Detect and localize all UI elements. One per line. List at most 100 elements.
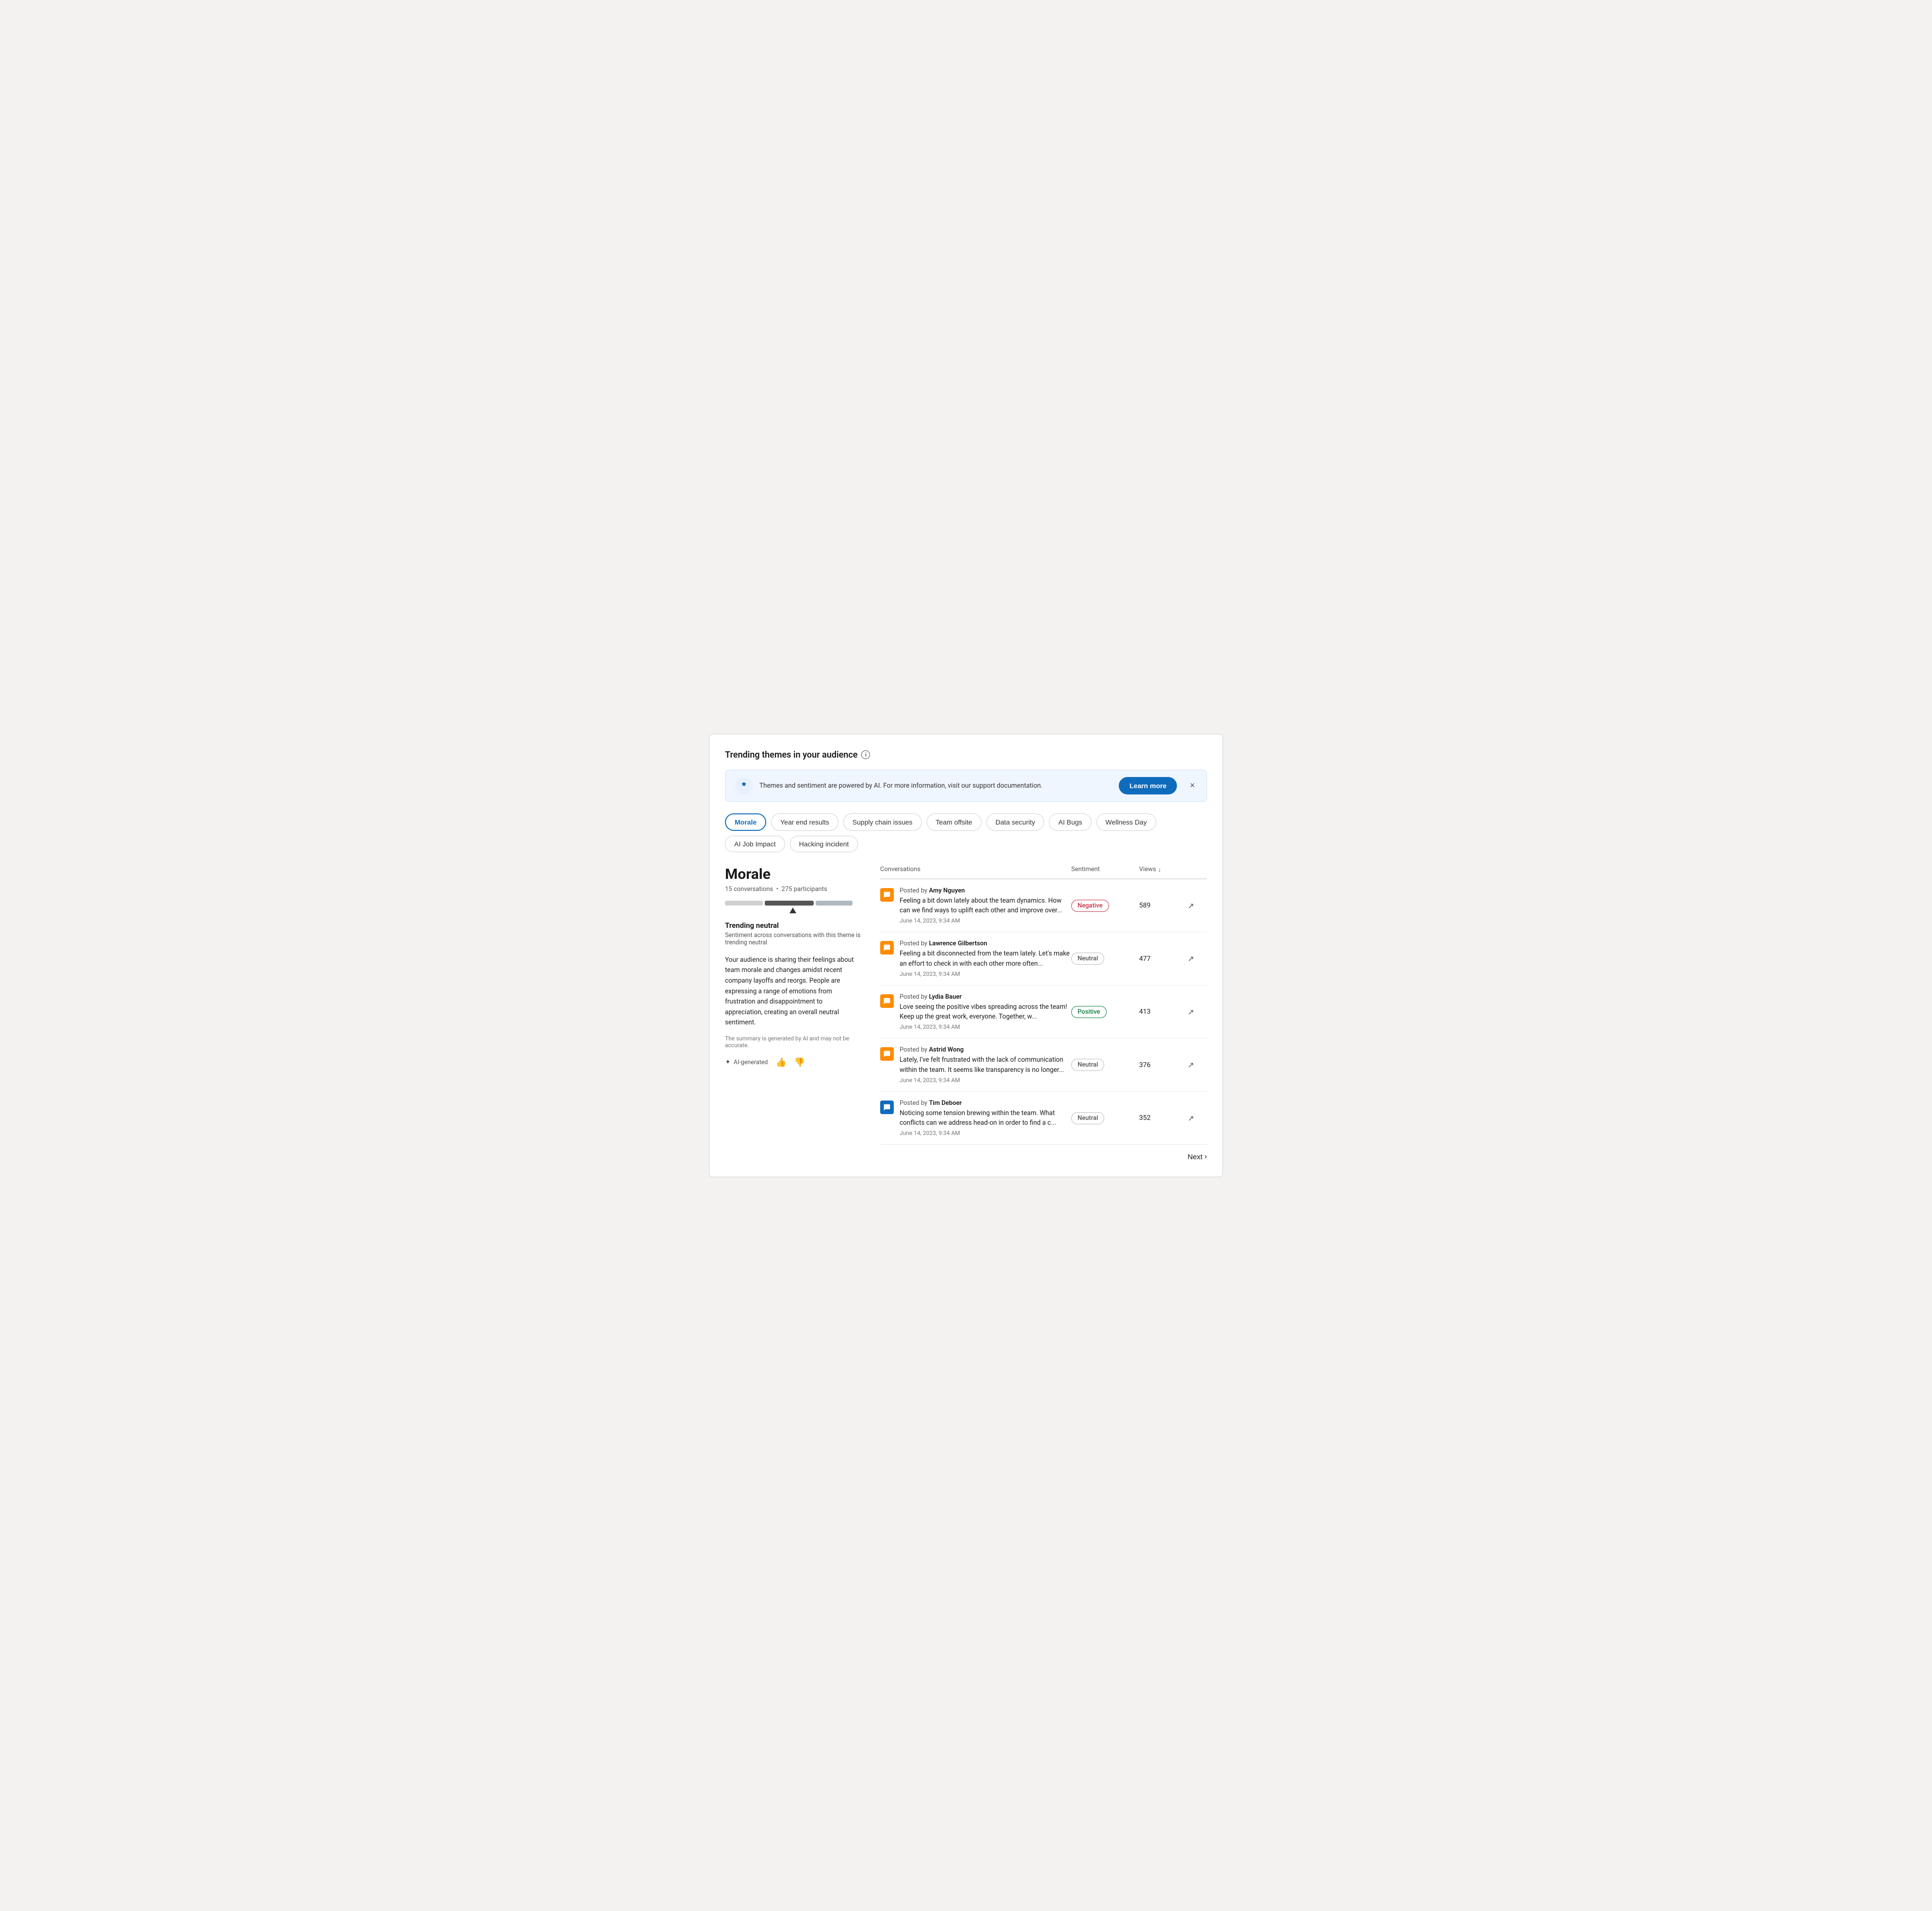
triangle-indicator — [789, 907, 796, 913]
trending-label: Trending neutral — [725, 921, 861, 930]
next-button[interactable]: Next › — [1188, 1152, 1207, 1161]
ai-banner-icon — [735, 777, 753, 794]
theme-title: Morale — [725, 866, 861, 883]
sentiment-cell: Positive — [1071, 1006, 1139, 1018]
next-chevron-icon: › — [1205, 1152, 1207, 1161]
conv-author: Posted by Lawrence Gilbertson — [900, 940, 1071, 947]
left-panel: Morale 15 conversations • 275 participan… — [725, 866, 861, 1162]
summary-text: Your audience is sharing their feelings … — [725, 955, 861, 1028]
conv-icon — [880, 888, 894, 902]
bar-positive — [816, 901, 853, 906]
trend-icon[interactable]: ↗ — [1188, 1060, 1207, 1069]
views-count: 589 — [1139, 902, 1188, 909]
thumbs-down-button[interactable]: 👎 — [794, 1057, 805, 1068]
ai-generated-label: ✦ AI-generated — [725, 1058, 768, 1066]
conversations-list: Posted by Amy Nguyen Feeling a bit down … — [880, 879, 1207, 1145]
conv-date: June 14, 2023, 9:34 AM — [900, 1023, 1071, 1030]
ai-banner-text: Themes and sentiment are powered by AI. … — [759, 782, 1112, 790]
page-title: Trending themes in your audience — [725, 750, 857, 760]
table-row: Posted by Astrid Wong Lately, I've felt … — [880, 1038, 1207, 1092]
conv-body[interactable]: Love seeing the positive vibes spreading… — [900, 1002, 1071, 1022]
sentiment-badge: Neutral — [1071, 953, 1104, 965]
views-count: 477 — [1139, 955, 1188, 963]
views-count: 413 — [1139, 1008, 1188, 1016]
thumbs-up-button[interactable]: 👍 — [775, 1057, 786, 1068]
trending-sublabel: Sentiment across conversations with this… — [725, 932, 861, 946]
theme-chip-ai-job-impact[interactable]: AI Job Impact — [725, 836, 785, 852]
sentiment-bar-container — [725, 901, 861, 913]
theme-chip-data-security[interactable]: Data security — [986, 813, 1045, 831]
sentiment-cell: Neutral — [1071, 953, 1139, 965]
table-header: Conversations Sentiment Views ↓ — [880, 866, 1207, 879]
theme-chip-hacking-incident[interactable]: Hacking incident — [790, 836, 858, 852]
conv-author: Posted by Lydia Bauer — [900, 993, 1071, 1001]
conv-date: June 14, 2023, 9:34 AM — [900, 917, 1071, 924]
theme-chip-team-offsite[interactable]: Team offsite — [927, 813, 982, 831]
table-row: Posted by Lydia Bauer Love seeing the po… — [880, 986, 1207, 1039]
bar-negative — [725, 901, 763, 906]
ai-generated-text: AI-generated — [734, 1059, 768, 1066]
ai-note: The summary is generated by AI and may n… — [725, 1035, 861, 1049]
conv-text-block: Posted by Lawrence Gilbertson Feeling a … — [900, 940, 1071, 977]
sentiment-cell: Neutral — [1071, 1059, 1139, 1071]
views-label: Views — [1139, 866, 1156, 873]
conv-content: Posted by Amy Nguyen Feeling a bit down … — [880, 887, 1071, 924]
conv-body[interactable]: Lately, I've felt frustrated with the la… — [900, 1055, 1071, 1075]
trend-icon[interactable]: ↗ — [1188, 1114, 1207, 1123]
conv-text-block: Posted by Lydia Bauer Love seeing the po… — [900, 993, 1071, 1031]
conv-author: Posted by Astrid Wong — [900, 1046, 1071, 1053]
conv-body[interactable]: Feeling a bit down lately about the team… — [900, 896, 1071, 916]
page-title-row: Trending themes in your audience i — [725, 750, 1207, 760]
table-row: Posted by Amy Nguyen Feeling a bit down … — [880, 879, 1207, 933]
theme-chip-wellness-day[interactable]: Wellness Day — [1096, 813, 1156, 831]
conv-icon — [880, 994, 894, 1008]
main-container: Trending themes in your audience i Theme… — [709, 734, 1223, 1178]
theme-chip-ai-bugs[interactable]: AI Bugs — [1049, 813, 1091, 831]
conv-date: June 14, 2023, 9:34 AM — [900, 1077, 1071, 1084]
conv-icon — [880, 941, 894, 955]
conv-icon — [880, 1101, 894, 1114]
themes-row: Morale Year end results Supply chain issue… — [725, 813, 1207, 852]
table-row: Posted by Tim Deboer Noticing some tensi… — [880, 1092, 1207, 1145]
learn-more-button[interactable]: Learn more — [1119, 777, 1177, 794]
theme-chip-morale[interactable]: Morale — [725, 813, 766, 831]
banner-close-button[interactable]: × — [1188, 778, 1197, 793]
conv-author: Posted by Tim Deboer — [900, 1100, 1071, 1107]
col-action — [1188, 866, 1207, 874]
conv-content: Posted by Tim Deboer Noticing some tensi… — [880, 1100, 1071, 1137]
sentiment-cell: Neutral — [1071, 1112, 1139, 1124]
theme-chip-year-end-results[interactable]: Year end results — [771, 813, 838, 831]
bar-neutral — [765, 901, 814, 906]
theme-meta: 15 conversations • 275 participants — [725, 886, 861, 893]
conv-body[interactable]: Noticing some tension brewing within the… — [900, 1108, 1071, 1128]
col-sentiment: Sentiment — [1071, 866, 1139, 874]
next-label: Next — [1188, 1153, 1203, 1161]
trend-icon[interactable]: ↗ — [1188, 1007, 1207, 1017]
sentiment-badge: Positive — [1071, 1006, 1107, 1018]
participants-count: 275 participants — [782, 886, 827, 893]
sort-icon[interactable]: ↓ — [1158, 866, 1161, 874]
right-panel: Conversations Sentiment Views ↓ Posted b… — [880, 866, 1207, 1162]
info-icon[interactable]: i — [861, 750, 870, 759]
author-name: Lydia Bauer — [929, 993, 962, 1001]
ai-banner: Themes and sentiment are powered by AI. … — [725, 770, 1207, 802]
author-name: Tim Deboer — [929, 1100, 962, 1107]
trend-icon[interactable]: ↗ — [1188, 954, 1207, 963]
views-count: 376 — [1139, 1061, 1188, 1069]
sparkle-icon: ✦ — [725, 1058, 731, 1066]
conv-content: Posted by Lawrence Gilbertson Feeling a … — [880, 940, 1071, 977]
content-area: Morale 15 conversations • 275 participan… — [725, 866, 1207, 1162]
views-count: 352 — [1139, 1114, 1188, 1122]
trend-icon[interactable]: ↗ — [1188, 901, 1207, 910]
author-name: Amy Nguyen — [929, 887, 965, 894]
ai-footer: ✦ AI-generated 👍 👎 — [725, 1057, 861, 1068]
sentiment-cell: Negative — [1071, 900, 1139, 912]
conv-body[interactable]: Feeling a bit disconnected from the team… — [900, 949, 1071, 969]
col-views: Views ↓ — [1139, 866, 1188, 874]
conv-author: Posted by Amy Nguyen — [900, 887, 1071, 894]
sentiment-badge: Neutral — [1071, 1112, 1104, 1124]
conv-date: June 14, 2023, 9:34 AM — [900, 971, 1071, 977]
next-row: Next › — [880, 1145, 1207, 1161]
theme-chip-supply-chain-issues[interactable]: Supply chain issues — [843, 813, 922, 831]
conv-date: June 14, 2023, 9:34 AM — [900, 1130, 1071, 1136]
